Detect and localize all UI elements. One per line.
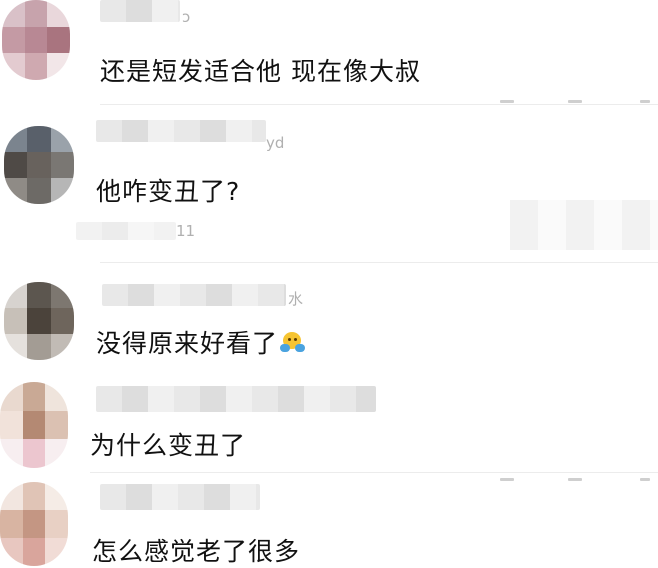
comment-text: 没得原来好看了 bbox=[96, 324, 306, 360]
avatar[interactable] bbox=[4, 126, 74, 204]
meta-blurred bbox=[500, 100, 514, 103]
comment-text: 为什么变丑了 bbox=[90, 431, 247, 460]
username-blurred bbox=[102, 284, 286, 306]
meta-blurred bbox=[640, 100, 650, 103]
divider bbox=[100, 262, 658, 263]
username: 水 bbox=[288, 290, 304, 308]
comment-text: 怎么感觉老了很多 bbox=[92, 537, 301, 566]
avatar[interactable] bbox=[2, 0, 70, 80]
username: 11 bbox=[176, 222, 196, 240]
avatar[interactable] bbox=[4, 282, 74, 360]
username-blurred bbox=[100, 0, 180, 22]
comment-item[interactable]: 水 没得原来好看了 bbox=[0, 276, 658, 376]
username-blurred bbox=[96, 120, 266, 142]
avatar[interactable] bbox=[0, 382, 68, 468]
comment-item[interactable]: 怎么感觉老了很多 bbox=[0, 480, 658, 566]
divider bbox=[100, 104, 658, 105]
username-blurred bbox=[100, 484, 260, 510]
username: ɔ bbox=[182, 8, 191, 26]
username: yd bbox=[266, 134, 285, 152]
comment-item[interactable]: ɔ 还是短发适合他 现在像大叔 bbox=[0, 0, 658, 105]
meta-blurred bbox=[568, 100, 582, 103]
username-blurred bbox=[76, 222, 176, 240]
comment-text: 还是短发适合他 现在像大叔 bbox=[100, 57, 421, 86]
avatar[interactable] bbox=[0, 482, 68, 566]
comment-item[interactable]: 11 bbox=[0, 218, 658, 263]
shrug-emoji-icon bbox=[280, 330, 306, 356]
username-blurred bbox=[96, 386, 376, 412]
comment-item[interactable]: 为什么变丑了 bbox=[0, 382, 658, 481]
comment-text: 他咋变丑了? bbox=[96, 177, 241, 206]
divider bbox=[90, 472, 658, 473]
